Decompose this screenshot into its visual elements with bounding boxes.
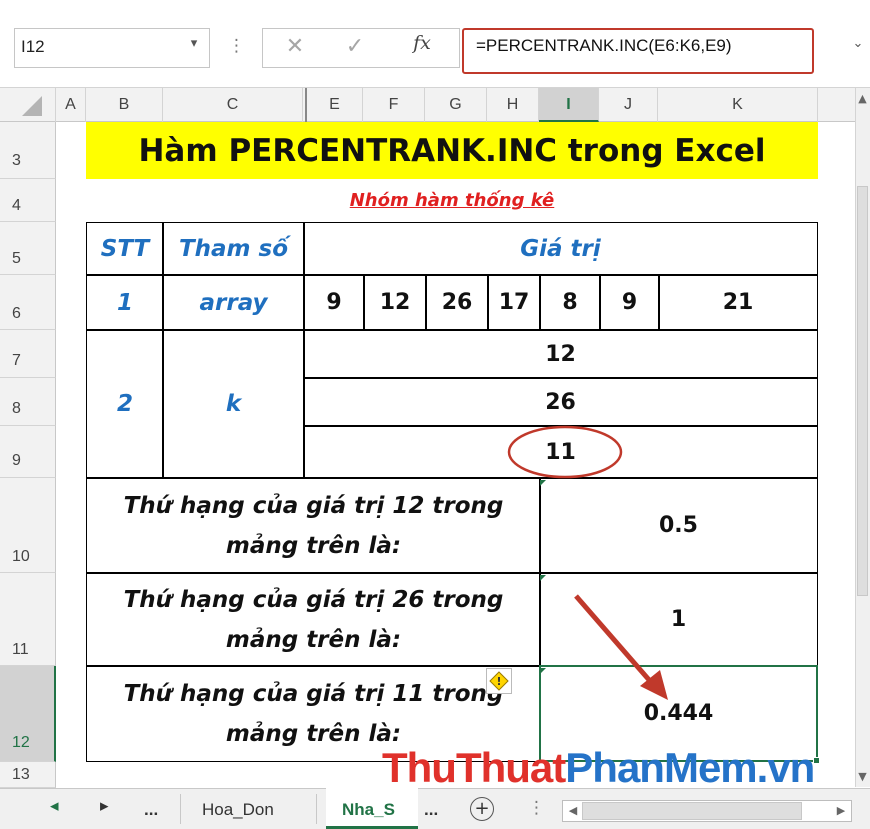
tab-more-right[interactable]: ... — [424, 800, 450, 824]
highlight-circle — [507, 425, 623, 479]
watermark-logo: ThuThuatPhanMem.vn — [382, 744, 852, 794]
scroll-up-icon[interactable]: ▲ — [856, 92, 869, 106]
scroll-left-icon[interactable]: ◀ — [566, 804, 580, 818]
watermark-part: .vn — [756, 744, 816, 791]
error-indicator-icon — [540, 480, 546, 486]
tab-scroll-left-icon[interactable]: ◂ — [50, 796, 70, 820]
tab-more-left[interactable]: ... — [144, 800, 170, 824]
tab-divider — [180, 794, 181, 824]
scroll-down-icon[interactable]: ▼ — [856, 770, 869, 784]
pointer-arrow-line — [574, 594, 652, 683]
tab-nha-s-active[interactable]: Nha_S — [326, 788, 418, 829]
scroll-right-icon[interactable]: ▶ — [834, 804, 848, 818]
tab-scroll-right-icon[interactable]: ▸ — [100, 796, 120, 820]
tab-hoa-don[interactable]: Hoa_Don — [202, 800, 312, 824]
add-sheet-icon[interactable]: + — [470, 797, 494, 821]
watermark-part: Thu — [382, 744, 457, 791]
vertical-scroll-thumb[interactable] — [857, 186, 868, 596]
error-indicator-icon — [540, 575, 546, 581]
error-indicator-icon — [540, 668, 546, 674]
horizontal-scroll-thumb[interactable] — [582, 802, 802, 820]
annotation-overlay — [507, 425, 668, 700]
watermark-part: PhanMem — [565, 744, 757, 791]
watermark-part: Thuat — [455, 744, 566, 791]
tab-bar-splitter-icon[interactable]: ⋮ — [528, 798, 545, 822]
tab-divider — [316, 794, 317, 824]
